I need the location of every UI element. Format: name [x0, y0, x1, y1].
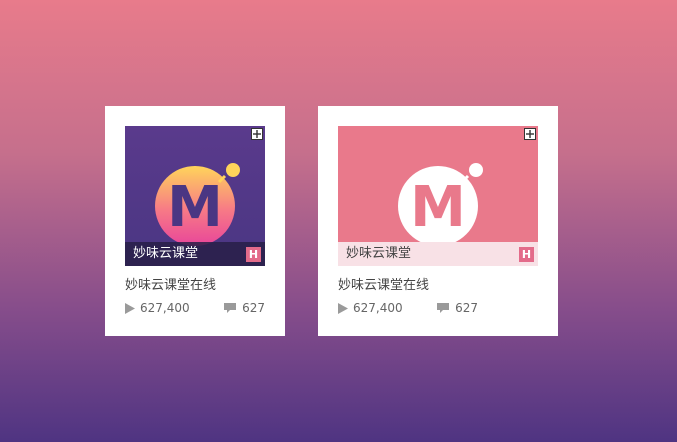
caption-bar: 妙味云课堂 H: [125, 242, 265, 266]
comment-count: 627: [436, 301, 478, 315]
comment-icon: [224, 303, 237, 313]
course-card[interactable]: M 妙味云课堂 H 妙味云课堂在线 627,400 627: [105, 106, 285, 336]
caption-text: 妙味云课堂: [346, 246, 412, 261]
play-icon: [338, 302, 348, 314]
comment-count-value: 627: [242, 301, 265, 315]
comment-count: 627: [223, 301, 265, 315]
hot-badge: H: [246, 246, 261, 262]
caption-bar: 妙味云课堂 H: [338, 242, 538, 266]
caption-text: 妙味云课堂: [133, 246, 199, 261]
play-count: 627,400: [338, 301, 403, 315]
course-title[interactable]: 妙味云课堂在线: [338, 274, 429, 293]
course-card[interactable]: M 妙味云课堂 H 妙味云课堂在线 627,400 627: [318, 106, 558, 336]
logo-letter: M: [410, 175, 466, 240]
add-icon[interactable]: [524, 128, 536, 140]
course-thumbnail[interactable]: M 妙味云课堂 H: [125, 126, 265, 266]
play-count-value: 627,400: [353, 301, 403, 315]
comment-count-value: 627: [455, 301, 478, 315]
miaov-logo: M: [398, 163, 483, 246]
logo-letter: M: [167, 175, 223, 240]
comment-icon: [437, 303, 450, 313]
course-title[interactable]: 妙味云课堂在线: [125, 274, 216, 293]
add-icon[interactable]: [251, 128, 263, 140]
hot-badge: H: [519, 246, 534, 262]
play-count-value: 627,400: [140, 301, 190, 315]
course-thumbnail[interactable]: M 妙味云课堂 H: [338, 126, 538, 266]
miaov-logo: M: [155, 163, 240, 246]
course-stats: 627,400 627: [125, 300, 265, 316]
play-icon: [125, 302, 135, 314]
play-count: 627,400: [125, 301, 190, 315]
course-stats: 627,400 627: [338, 300, 478, 316]
